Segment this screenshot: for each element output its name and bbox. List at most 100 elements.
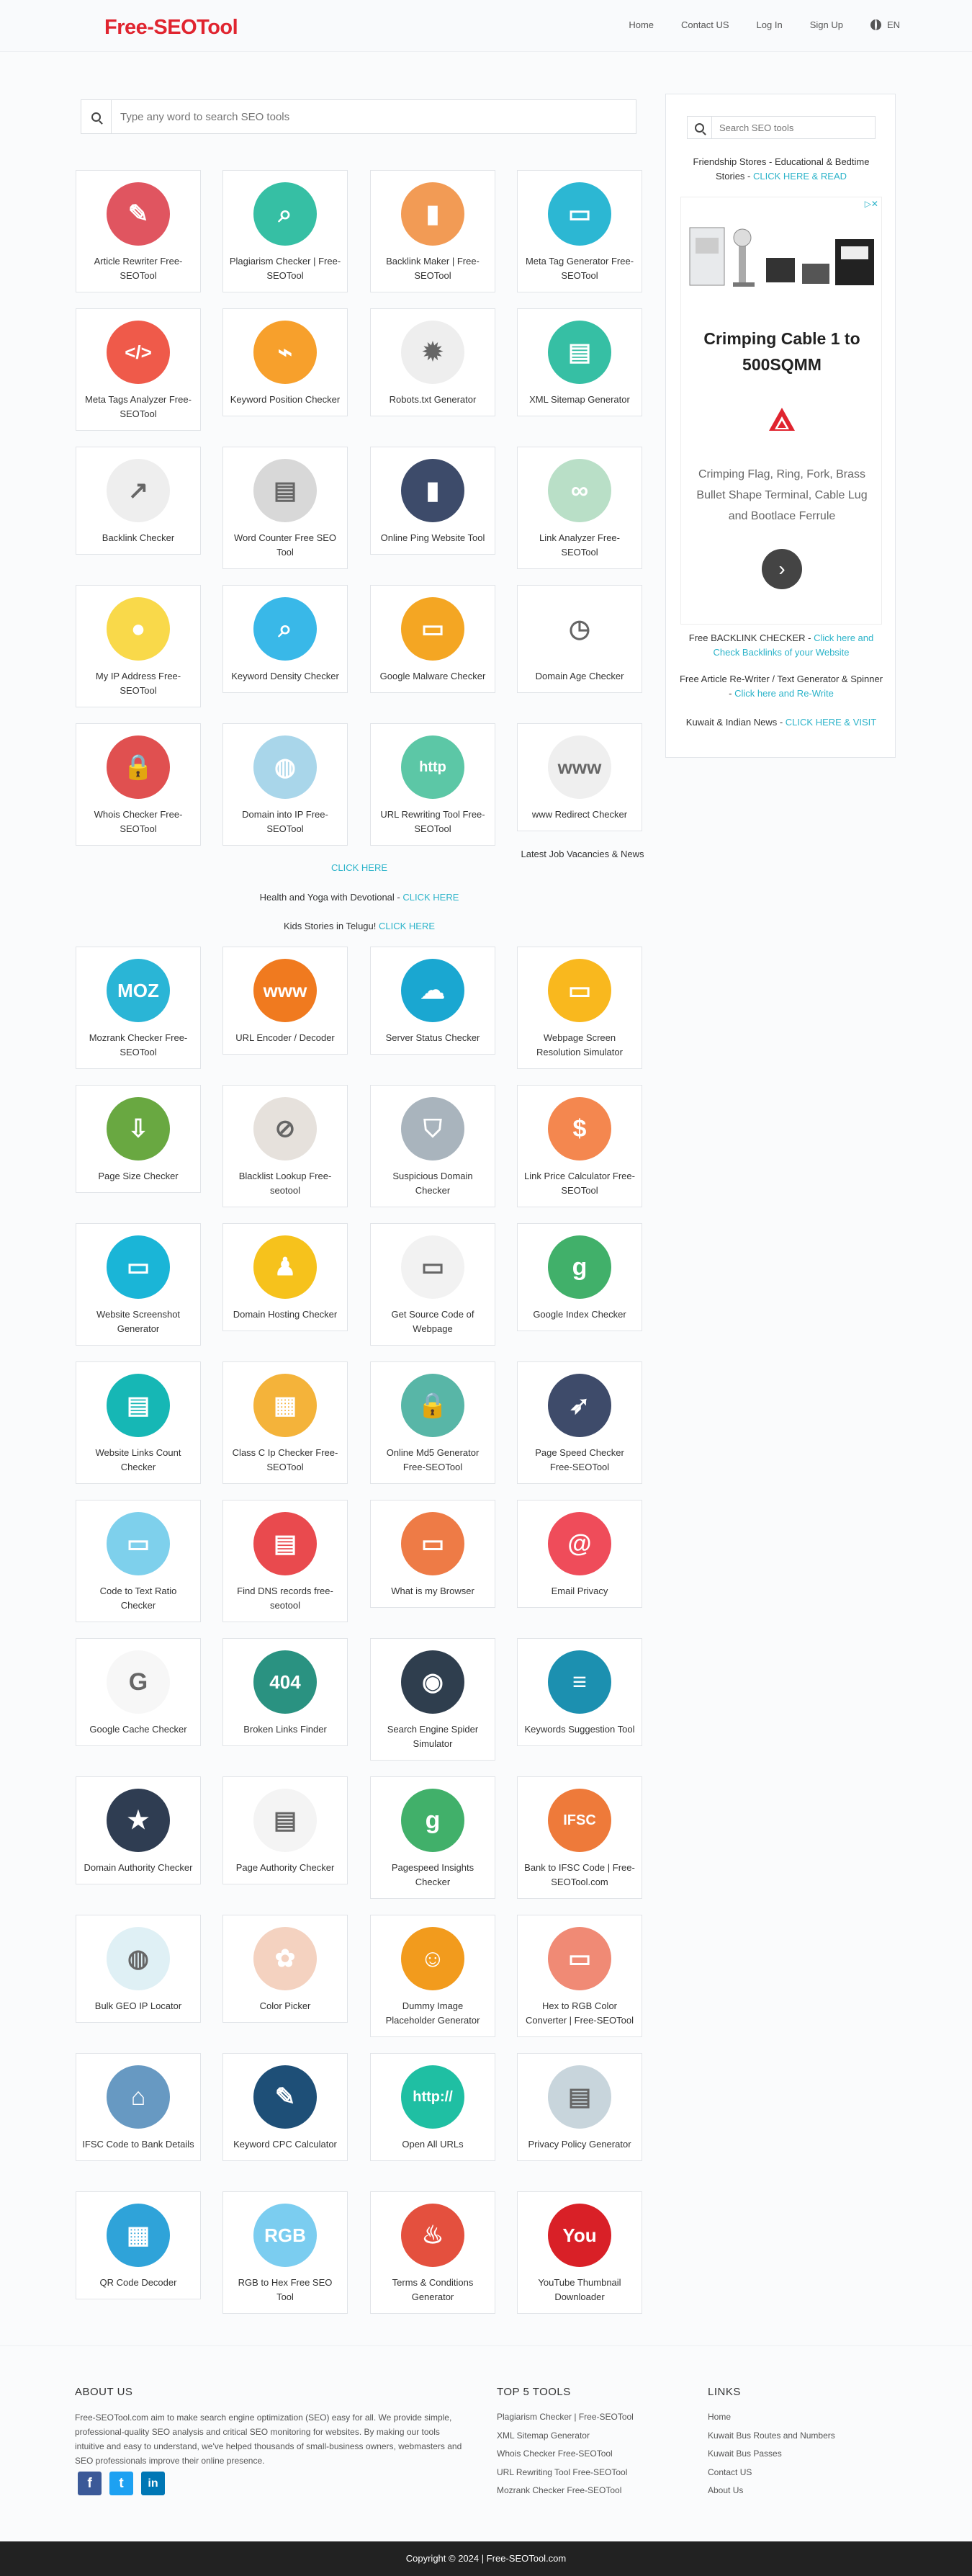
tool-card[interactable]: g Google Index Checker [517,1223,642,1331]
tool-card[interactable]: G Google Cache Checker [76,1638,201,1746]
tool-card[interactable]: www www Redirect Checker [517,723,642,831]
tool-card[interactable]: ➶ Page Speed Checker Free-SEOTool [517,1361,642,1484]
tool-card[interactable]: g Pagespeed Insights Checker [370,1776,495,1899]
tool-card[interactable]: ☺ Dummy Image Placeholder Generator [370,1915,495,2037]
top-tool-link[interactable]: Whois Checker Free-SEOTool [497,2445,634,2464]
tool-card[interactable]: ↗ Backlink Checker [76,447,201,555]
footer-link[interactable]: Contact US [708,2464,835,2482]
tool-card[interactable]: ▭ Hex to RGB Color Converter | Free-SEOTo… [517,1915,642,2037]
tool-card[interactable]: ▮ Backlink Maker | Free-SEOTool [370,170,495,292]
tool-icon: ↗ [107,459,170,522]
tool-card[interactable]: ▭ Code to Text Ratio Checker [76,1500,201,1622]
tool-search-input[interactable] [112,110,636,123]
tool-card[interactable]: ≡ Keywords Suggestion Tool [517,1638,642,1746]
tool-card[interactable]: ☁ Server Status Checker [370,947,495,1055]
tool-card[interactable]: ⌂ IFSC Code to Bank Details [76,2053,201,2161]
tool-card[interactable]: ✎ Keyword CPC Calculator [222,2053,348,2161]
tool-card[interactable]: ⇩ Page Size Checker [76,1085,201,1193]
tool-card[interactable]: ✎ Article Rewriter Free-SEOTool [76,170,201,292]
tool-label: Keyword CPC Calculator [233,2139,337,2150]
sidebar-search-input[interactable] [712,122,875,133]
tool-label: Pagespeed Insights Checker [391,1862,474,1887]
tool-card[interactable]: ◷ Domain Age Checker [517,585,642,693]
tool-icon: ▮ [401,459,464,522]
tool-card[interactable]: ▭ Meta Tag Generator Free-SEOTool [517,170,642,292]
sidebar-search-button[interactable] [688,117,712,138]
top-tool-link[interactable]: XML Sitemap Generator [497,2427,634,2446]
tool-card[interactable]: ▤ XML Sitemap Generator [517,308,642,416]
search-button[interactable] [81,100,112,133]
tool-card[interactable]: ▮ Online Ping Website Tool [370,447,495,555]
tool-card[interactable]: RGB RGB to Hex Free SEO Tool [222,2191,348,2314]
tool-card[interactable]: ▭ Website Screenshot Generator [76,1223,201,1346]
top-tool-link[interactable]: Plagiarism Checker | Free-SEOTool [497,2408,634,2427]
tool-card[interactable]: ● My IP Address Free-SEOTool [76,585,201,707]
tool-card[interactable]: ▦ QR Code Decoder [76,2191,201,2299]
tool-card[interactable]: www URL Encoder / Decoder [222,947,348,1055]
tool-card[interactable]: ▤ Find DNS records free-seotool [222,1500,348,1622]
tool-label: IFSC Code to Bank Details [82,2139,194,2150]
tool-card[interactable]: ⌁ Keyword Position Checker [222,308,348,416]
friendship-link[interactable]: CLICK HERE & READ [753,171,847,182]
language-selector[interactable]: EN [870,19,900,30]
tool-icon: ▤ [253,1512,317,1575]
tool-card[interactable]: 404 Broken Links Finder [222,1638,348,1746]
tool-card[interactable]: ▤ Website Links Count Checker [76,1361,201,1484]
tool-card[interactable]: @ Email Privacy [517,1500,642,1608]
tool-card[interactable]: You YouTube Thumbnail Downloader [517,2191,642,2314]
tool-card[interactable]: </> Meta Tags Analyzer Free-SEOTool [76,308,201,431]
tool-card[interactable]: ▤ Page Authority Checker [222,1776,348,1884]
rewriter-promo-link[interactable]: Click here and Re-Write [734,688,834,699]
nav-signup[interactable]: Sign Up [810,19,843,30]
footer-link[interactable]: Kuwait Bus Routes and Numbers [708,2427,835,2446]
ad-close-icon[interactable]: ▷✕ [865,199,878,209]
footer-link[interactable]: Home [708,2408,835,2427]
health-link[interactable]: CLICK HERE [402,892,459,903]
tool-card[interactable]: ▭ Google Malware Checker [370,585,495,693]
tool-card[interactable]: 🔒 Whois Checker Free-SEOTool [76,723,201,846]
tool-card[interactable]: ◍ Bulk GEO IP Locator [76,1915,201,2023]
tool-icon: g [401,1789,464,1852]
tool-card[interactable]: http:// Open All URLs [370,2053,495,2161]
site-logo[interactable]: Free-SEOTool [104,16,238,40]
tool-card[interactable]: http URL Rewriting Tool Free-SEOTool [370,723,495,846]
tool-card[interactable]: ◍ Domain into IP Free-SEOTool [222,723,348,846]
tool-label: Google Cache Checker [89,1724,187,1735]
nav-login[interactable]: Log In [757,19,783,30]
ad-next-button[interactable]: › [762,549,802,589]
tool-card[interactable]: ▭ What is my Browser [370,1500,495,1608]
tool-card[interactable]: ✹ Robots.txt Generator [370,308,495,416]
tool-card[interactable]: $ Link Price Calculator Free-SEOTool [517,1085,642,1207]
footer-link[interactable]: About Us [708,2482,835,2500]
footer-link[interactable]: Kuwait Bus Passes [708,2445,835,2464]
tool-card[interactable]: ▭ Webpage Screen Resolution Simulator [517,947,642,1069]
tool-card[interactable]: ▭ Get Source Code of Webpage [370,1223,495,1346]
tool-card[interactable]: 🔒 Online Md5 Generator Free-SEOTool [370,1361,495,1484]
tool-card[interactable]: ⛉ Suspicious Domain Checker [370,1085,495,1207]
tool-card[interactable]: ✿ Color Picker [222,1915,348,2023]
advertisement[interactable]: ▷✕ Crimping Cable 1 to 500SQMM Crimping … [680,197,882,625]
tool-card[interactable]: ▦ Class C Ip Checker Free-SEOTool [222,1361,348,1484]
nav-contact[interactable]: Contact US [681,19,729,30]
nav-home[interactable]: Home [629,19,654,30]
linkedin-icon[interactable]: in [141,2472,165,2495]
twitter-icon[interactable]: t [109,2472,133,2495]
tool-card[interactable]: MOZ Mozrank Checker Free-SEOTool [76,947,201,1069]
tool-card[interactable]: ▤ Privacy Policy Generator [517,2053,642,2161]
tool-card[interactable]: IFSC Bank to IFSC Code | Free-SEOTool.com [517,1776,642,1899]
tool-card[interactable]: ♟ Domain Hosting Checker [222,1223,348,1331]
tool-card[interactable]: ▤ Word Counter Free SEO Tool [222,447,348,569]
tool-card[interactable]: ◉ Search Engine Spider Simulator [370,1638,495,1761]
top-tool-link[interactable]: URL Rewriting Tool Free-SEOTool [497,2464,634,2482]
tool-card[interactable]: ⌕ Keyword Density Checker [222,585,348,693]
click-here-link[interactable]: CLICK HERE [331,862,387,873]
tool-card[interactable]: ★ Domain Authority Checker [76,1776,201,1884]
tool-card[interactable]: ⌕ Plagiarism Checker | Free-SEOTool [222,170,348,292]
kids-link[interactable]: CLICK HERE [379,921,435,931]
tool-card[interactable]: ∞ Link Analyzer Free-SEOTool [517,447,642,569]
tool-card[interactable]: ♨ Terms & Conditions Generator [370,2191,495,2314]
kuwait-promo-link[interactable]: CLICK HERE & VISIT [786,717,876,728]
top-tool-link[interactable]: Mozrank Checker Free-SEOTool [497,2482,634,2500]
tool-card[interactable]: ⊘ Blacklist Lookup Free-seotool [222,1085,348,1207]
facebook-icon[interactable]: f [78,2472,102,2495]
